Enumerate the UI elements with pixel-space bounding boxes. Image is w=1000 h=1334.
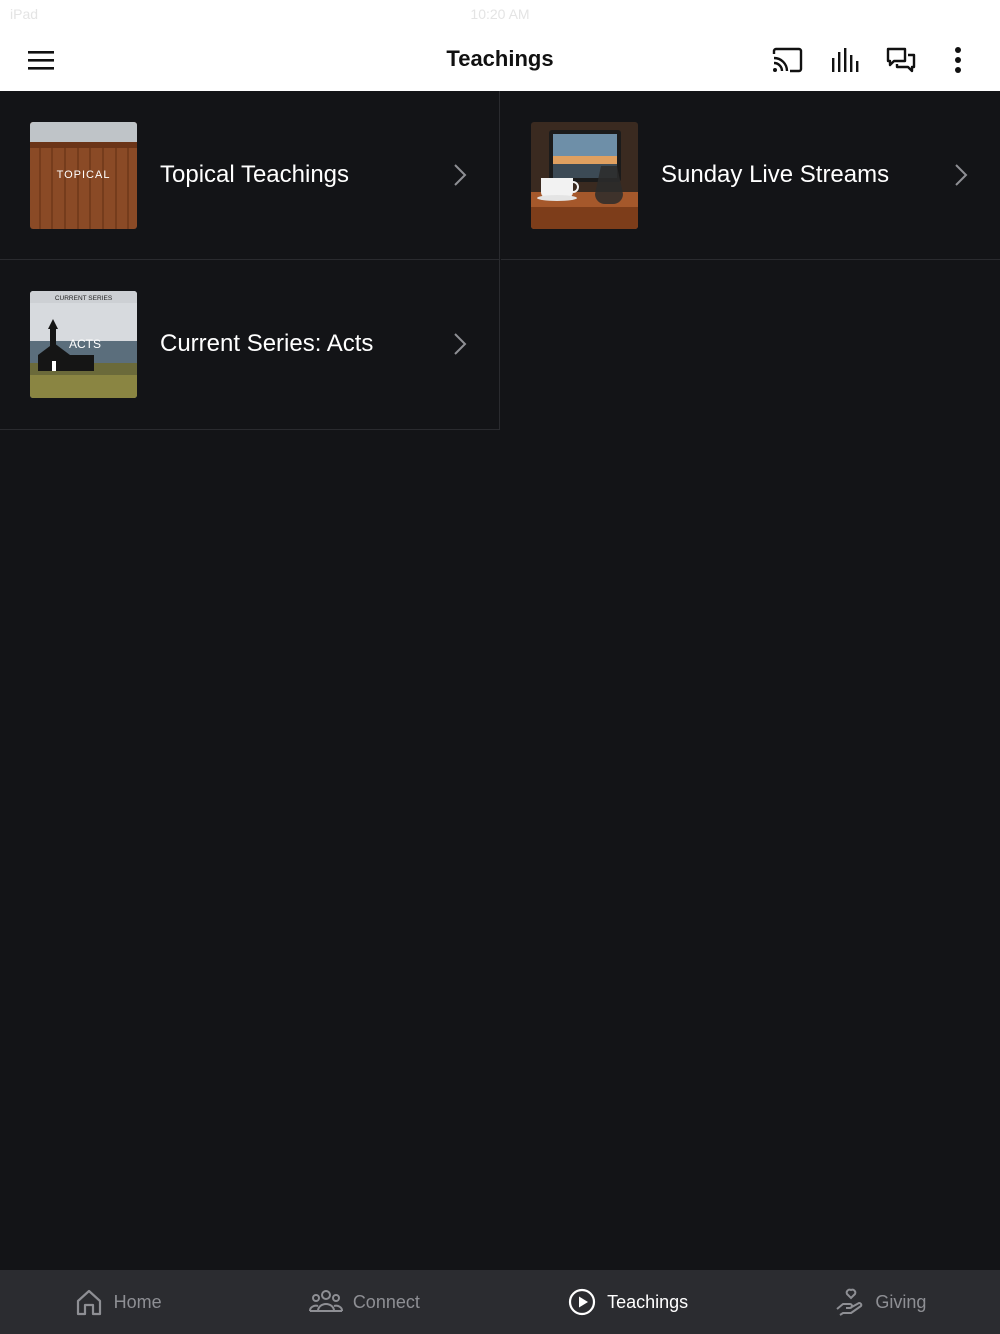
more-options-button[interactable] xyxy=(940,42,976,78)
play-circle-icon xyxy=(568,1288,596,1316)
current-series-caption: CURRENT SERIES xyxy=(55,295,113,302)
teaching-card-live-streams[interactable]: Sunday Live Streams xyxy=(501,91,1000,260)
sunday-live-streams-label: Sunday Live Streams xyxy=(661,161,890,188)
tab-home[interactable]: Home xyxy=(74,1287,162,1317)
teaching-card-current-series[interactable]: CURRENT SERIES ACTS Current Series: Acts xyxy=(0,260,500,430)
cast-button[interactable] xyxy=(769,42,805,78)
chevron-right-icon xyxy=(454,333,467,355)
status-time: 10:20 AM xyxy=(470,6,530,22)
audio-levels-button[interactable] xyxy=(826,42,862,78)
chat-button[interactable] xyxy=(883,42,919,78)
current-series-artwork: CURRENT SERIES ACTS xyxy=(30,291,137,398)
people-icon xyxy=(308,1290,343,1312)
current-series-thumb-text: ACTS xyxy=(69,337,101,351)
bottom-tab-bar: Home Connect Teachings Giving xyxy=(0,1270,1000,1334)
chevron-right-icon xyxy=(955,164,968,186)
tab-giving-label: Giving xyxy=(875,1291,927,1312)
tab-connect-label: Connect xyxy=(352,1291,420,1312)
bar-chart-icon xyxy=(832,48,859,72)
tab-home-label: Home xyxy=(113,1291,162,1312)
current-series-thumbnail: CURRENT SERIES ACTS xyxy=(30,291,137,398)
home-icon xyxy=(76,1289,101,1316)
topical-artwork: TOPICAL xyxy=(30,122,137,229)
live-streams-artwork xyxy=(531,122,638,229)
topical-thumbnail: TOPICAL xyxy=(30,122,137,229)
giving-hand-icon xyxy=(836,1288,863,1316)
chat-icon xyxy=(886,47,916,73)
tab-teachings-label: Teachings xyxy=(607,1291,689,1312)
menu-button[interactable] xyxy=(23,42,59,78)
tab-connect[interactable]: Connect xyxy=(308,1287,420,1317)
topical-thumb-text: TOPICAL xyxy=(57,169,111,181)
menu-icon xyxy=(28,51,54,70)
tab-teachings[interactable]: Teachings xyxy=(567,1287,688,1317)
live-streams-thumbnail xyxy=(531,122,638,229)
current-series-acts-label: Current Series: Acts xyxy=(160,330,374,357)
teaching-card-topical[interactable]: TOPICAL Topical Teachings xyxy=(0,91,500,260)
more-vert-icon xyxy=(955,47,961,73)
cast-icon xyxy=(772,47,803,73)
tab-giving[interactable]: Giving xyxy=(835,1287,926,1317)
topical-teachings-label: Topical Teachings xyxy=(160,161,350,188)
chevron-right-icon xyxy=(454,164,467,186)
top-app-bar: Teachings xyxy=(0,28,1000,91)
status-bar: iPad 10:20 AM xyxy=(0,0,1000,28)
